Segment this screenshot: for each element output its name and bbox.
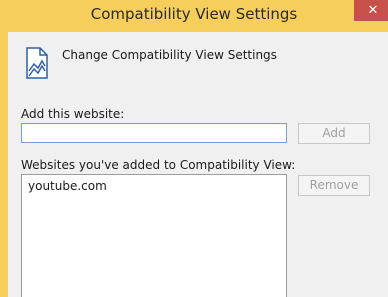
- add-website-input[interactable]: [21, 123, 287, 143]
- window-title: Compatibility View Settings: [90, 5, 298, 23]
- list-item[interactable]: youtube.com: [28, 179, 107, 193]
- header-text: Change Compatibility View Settings: [62, 48, 277, 62]
- add-website-label: Add this website:: [21, 107, 125, 121]
- remove-button[interactable]: Remove: [298, 175, 370, 196]
- dialog-body: Change Compatibility View Settings Add t…: [8, 32, 388, 297]
- websites-list-label: Websites you've added to Compatibility V…: [21, 158, 296, 172]
- document-chart-icon: [26, 47, 48, 79]
- websites-list[interactable]: youtube.com: [21, 174, 287, 297]
- close-icon: ✕: [367, 3, 379, 18]
- add-button[interactable]: Add: [298, 123, 370, 144]
- title-bar[interactable]: Compatibility View Settings ✕: [0, 0, 388, 32]
- compat-view-dialog: Compatibility View Settings ✕ Change Com…: [0, 0, 388, 297]
- close-button[interactable]: ✕: [354, 0, 388, 21]
